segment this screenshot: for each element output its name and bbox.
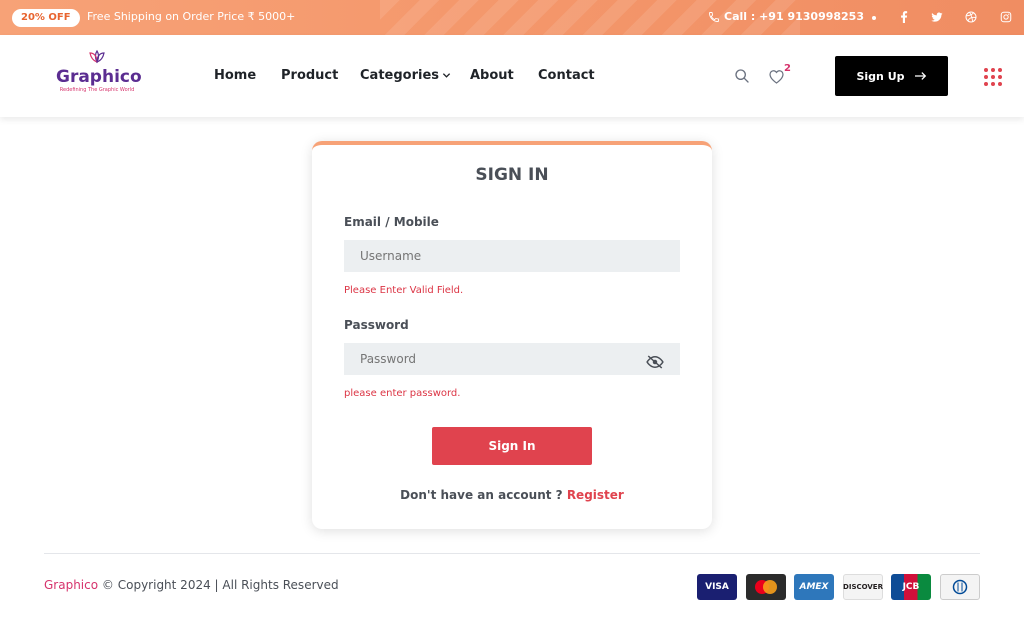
password-error: please enter password. bbox=[344, 388, 461, 399]
no-account-text: Don't have an account ? bbox=[400, 488, 563, 502]
mastercard-icon bbox=[746, 574, 786, 600]
footer-copyright: Graphico © Copyright 2024 | All Rights R… bbox=[44, 578, 339, 592]
nav-contact[interactable]: Contact bbox=[538, 68, 595, 83]
discount-badge: 20% OFF bbox=[12, 9, 80, 27]
password-label: Password bbox=[344, 318, 409, 332]
signup-button[interactable]: Sign Up bbox=[835, 56, 948, 96]
nav-categories[interactable]: Categories bbox=[360, 68, 451, 83]
footer-divider bbox=[44, 553, 980, 554]
discover-icon: DISCOVER bbox=[843, 574, 883, 600]
signin-button[interactable]: Sign In bbox=[432, 427, 592, 465]
email-label: Email / Mobile bbox=[344, 215, 439, 229]
register-row: Don't have an account ? Register bbox=[312, 488, 712, 502]
visa-icon: VISA bbox=[697, 574, 737, 600]
promo-bar: 20% OFF Free Shipping on Order Price ₹ 5… bbox=[0, 0, 1024, 35]
site-header: Graphico Redefining The Graphic World Ho… bbox=[0, 35, 1024, 117]
diners-club-icon bbox=[940, 574, 980, 600]
logo-wordmark: Graphico bbox=[56, 67, 142, 87]
facebook-icon[interactable] bbox=[895, 8, 913, 26]
call-number: Call : +91 9130998253 bbox=[724, 10, 864, 23]
twitter-icon[interactable] bbox=[928, 8, 946, 26]
lotus-icon bbox=[89, 49, 105, 64]
wishlist-count-badge: 2 bbox=[784, 63, 791, 74]
chevron-down-icon bbox=[442, 73, 451, 78]
footer-brand-link[interactable]: Graphico bbox=[44, 578, 98, 592]
call-link[interactable]: Call : +91 9130998253 bbox=[708, 10, 864, 23]
site-logo[interactable]: Graphico Redefining The Graphic World bbox=[56, 49, 142, 97]
nav-about[interactable]: About bbox=[470, 68, 514, 83]
signin-title: SIGN IN bbox=[475, 165, 549, 185]
jcb-icon: JCB bbox=[891, 574, 931, 600]
heart-icon[interactable] bbox=[766, 66, 786, 86]
separator-dot bbox=[872, 16, 876, 20]
search-icon[interactable] bbox=[732, 66, 752, 86]
password-input[interactable] bbox=[344, 343, 680, 375]
nav-product[interactable]: Product bbox=[281, 68, 338, 83]
menu-grid-icon[interactable] bbox=[983, 67, 1003, 87]
signin-card: SIGN IN Email / Mobile Please Enter Vali… bbox=[312, 141, 712, 529]
nav-home[interactable]: Home bbox=[214, 68, 256, 83]
arrow-right-icon bbox=[914, 72, 926, 80]
copyright-text: © Copyright 2024 | All Rights Reserved bbox=[101, 578, 339, 592]
username-input[interactable] bbox=[344, 240, 680, 272]
register-link[interactable]: Register bbox=[567, 488, 624, 502]
phone-icon bbox=[709, 11, 719, 22]
amex-icon: AMEX bbox=[794, 574, 834, 600]
eye-off-icon[interactable] bbox=[646, 354, 664, 369]
dribbble-icon[interactable] bbox=[962, 8, 980, 26]
shipping-text: Free Shipping on Order Price ₹ 5000+ bbox=[87, 10, 296, 23]
instagram-icon[interactable] bbox=[997, 8, 1015, 26]
signup-label: Sign Up bbox=[856, 69, 905, 83]
email-error: Please Enter Valid Field. bbox=[344, 285, 464, 296]
logo-tagline: Redefining The Graphic World bbox=[59, 87, 135, 93]
nav-categories-label: Categories bbox=[360, 68, 440, 83]
